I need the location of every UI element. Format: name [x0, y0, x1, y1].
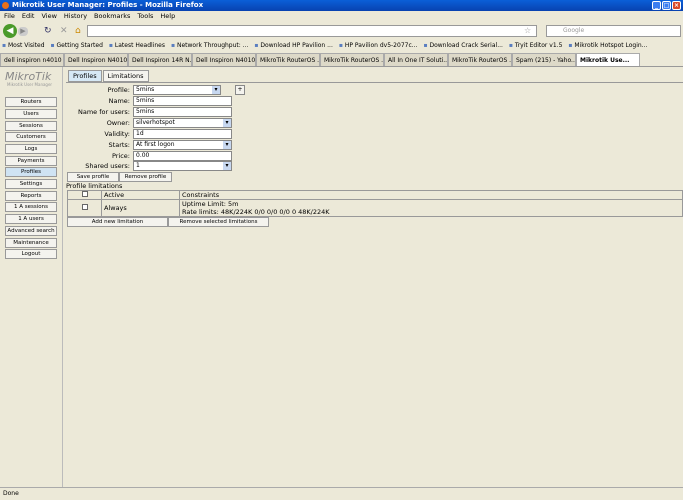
- maximize-button[interactable]: □: [662, 1, 671, 10]
- profile-select[interactable]: 5mins: [133, 85, 221, 95]
- add-profile-button[interactable]: +: [235, 85, 245, 95]
- window-title-bar: Mikrotik User Manager: Profiles - Mozill…: [0, 0, 683, 11]
- starts-select[interactable]: At first logon: [133, 140, 232, 150]
- remove-limitations-button[interactable]: Remove selected limitations: [168, 217, 269, 227]
- save-profile-button[interactable]: Save profile: [67, 172, 119, 182]
- menu-bookmarks[interactable]: Bookmarks: [94, 11, 130, 22]
- remove-profile-button[interactable]: Remove profile: [119, 172, 172, 182]
- back-button[interactable]: ◀: [3, 24, 17, 38]
- profile-limitations-title: Profile limitations: [66, 182, 123, 190]
- name-label: Name:: [108, 97, 130, 105]
- sidebar-item-customers[interactable]: Customers: [5, 132, 57, 142]
- row-uptime-limit: Uptime Limit: 5m: [182, 200, 239, 208]
- sidebar-item-payments[interactable]: Payments: [5, 156, 57, 166]
- sidebar-item-maintenance[interactable]: Maintenance: [5, 238, 57, 248]
- owner-label: Owner:: [106, 119, 130, 127]
- browser-tab[interactable]: Dell Inspiron N4010...: [192, 53, 256, 66]
- browser-tab[interactable]: MikroTik RouterOS ...: [448, 53, 512, 66]
- browser-tab[interactable]: Spam (215) - Yaho...: [512, 53, 576, 66]
- reload-icon[interactable]: ↻: [44, 26, 52, 36]
- sidebar-item-advanced-search[interactable]: Advanced search: [5, 226, 57, 236]
- name-for-users-input[interactable]: 5mins: [133, 107, 232, 117]
- browser-tabs: dell inspiron n4010 ... Dell Inspiron N4…: [0, 53, 683, 67]
- header-active: Active: [101, 190, 180, 200]
- table-header-row: Active Constraints: [67, 190, 683, 200]
- sidebar-item-logs[interactable]: Logs: [5, 144, 57, 154]
- bookmark-item[interactable]: Getting Started: [51, 40, 103, 52]
- shared-users-select[interactable]: 1: [133, 161, 232, 171]
- validity-input[interactable]: 1d: [133, 129, 232, 139]
- sidebar: MikroTik Mikrotik User Manager Routers U…: [0, 67, 63, 487]
- tab-limitations[interactable]: Limitations: [102, 70, 149, 82]
- sidebar-item-logout[interactable]: Logout: [5, 249, 57, 259]
- page-content: MikroTik Mikrotik User Manager Routers U…: [0, 67, 683, 487]
- browser-tab[interactable]: MikroTik RouterOS ...: [256, 53, 320, 66]
- menu-history[interactable]: History: [64, 11, 87, 22]
- logo-subtitle: Mikrotik User Manager: [7, 82, 53, 87]
- owner-select[interactable]: silverhotspot: [133, 118, 232, 128]
- firefox-icon: [2, 2, 9, 9]
- sidebar-item-routers[interactable]: Routers: [5, 97, 57, 107]
- sidebar-item-settings[interactable]: Settings: [5, 179, 57, 189]
- select-all-checkbox[interactable]: [81, 191, 88, 197]
- header-constraints: Constraints: [179, 190, 683, 200]
- bookmark-item[interactable]: Network Throughput: ...: [171, 40, 248, 52]
- bookmark-item[interactable]: HP Pavilion dv5-2077c...: [339, 40, 418, 52]
- starts-label: Starts:: [108, 141, 130, 149]
- sidebar-item-users[interactable]: Users: [5, 109, 57, 119]
- table-row: Always Uptime Limit: 5m Rate limits: 48K/…: [67, 199, 683, 217]
- page-tabs: Profiles Limitations: [68, 70, 149, 82]
- menu-file[interactable]: File: [4, 11, 15, 22]
- row-active: Always: [101, 199, 180, 217]
- row-checkbox[interactable]: [81, 204, 88, 210]
- menu-help[interactable]: Help: [160, 11, 175, 22]
- sidebar-item-active-users[interactable]: 1 A users: [5, 214, 57, 224]
- browser-tab[interactable]: Dell Inspiron 14R N...: [128, 53, 192, 66]
- browser-tab[interactable]: All In One IT Soluti...: [384, 53, 448, 66]
- browser-tab[interactable]: dell inspiron n4010 ...: [0, 53, 64, 66]
- row-rate-limits: Rate limits: 48K/224K 0/0 0/0 0/0 0 48K/…: [182, 208, 330, 216]
- menu-tools[interactable]: Tools: [137, 11, 153, 22]
- bookmark-item[interactable]: Download Crack Serial...: [423, 40, 502, 52]
- profile-label: Profile:: [107, 86, 130, 94]
- browser-tab-active[interactable]: Mikrotik Use...: [576, 53, 640, 66]
- menu-edit[interactable]: Edit: [22, 11, 35, 22]
- tab-profiles[interactable]: Profiles: [68, 70, 102, 82]
- bookmark-item[interactable]: Download HP Pavilion ...: [254, 40, 332, 52]
- browser-tab[interactable]: MikroTik RouterOS ...: [320, 53, 384, 66]
- status-bar: Done: [0, 487, 683, 500]
- bookmarks-toolbar: Most Visited Getting Started Latest Head…: [0, 40, 683, 52]
- limitations-table: Active Constraints Always Uptime Limit: …: [67, 190, 683, 217]
- browser-tab[interactable]: Dell Inspiron N4010...: [64, 53, 128, 66]
- name-for-users-label: Name for users:: [78, 108, 130, 116]
- sidebar-item-reports[interactable]: Reports: [5, 191, 57, 201]
- bookmark-item[interactable]: Most Visited: [2, 40, 45, 52]
- sidebar-item-sessions[interactable]: Sessions: [5, 121, 57, 131]
- price-input[interactable]: 0.00: [133, 151, 232, 161]
- forward-button[interactable]: ▶: [18, 27, 28, 36]
- price-label: Price:: [111, 152, 130, 160]
- bookmark-item[interactable]: Mikrotik Hotspot Login...: [568, 40, 647, 52]
- sidebar-item-profiles[interactable]: Profiles: [5, 167, 57, 177]
- navigation-toolbar: ◀ ▶ ↻ ✕ ⌂ ☆ Google: [0, 22, 683, 40]
- menu-view[interactable]: View: [41, 11, 56, 22]
- stop-icon[interactable]: ✕: [60, 26, 68, 36]
- window-title: Mikrotik User Manager: Profiles - Mozill…: [12, 1, 204, 9]
- tab-divider: [66, 82, 683, 83]
- home-icon[interactable]: ⌂: [75, 26, 81, 36]
- add-limitation-button[interactable]: Add new limitation: [67, 217, 168, 227]
- address-bar[interactable]: [87, 25, 537, 37]
- close-button[interactable]: ×: [672, 1, 681, 10]
- sidebar-item-active-sessions[interactable]: 1 A sessions: [5, 202, 57, 212]
- name-input[interactable]: 5mins: [133, 96, 232, 106]
- search-input[interactable]: Google: [546, 25, 681, 37]
- minimize-button[interactable]: _: [652, 1, 661, 10]
- menu-bar: File Edit View History Bookmarks Tools H…: [0, 11, 683, 22]
- bookmark-star-icon[interactable]: ☆: [524, 26, 531, 35]
- validity-label: Validity:: [104, 130, 130, 138]
- bookmark-item[interactable]: Tryit Editor v1.5: [509, 40, 562, 52]
- bookmark-item[interactable]: Latest Headlines: [109, 40, 165, 52]
- shared-users-label: Shared users:: [85, 162, 130, 170]
